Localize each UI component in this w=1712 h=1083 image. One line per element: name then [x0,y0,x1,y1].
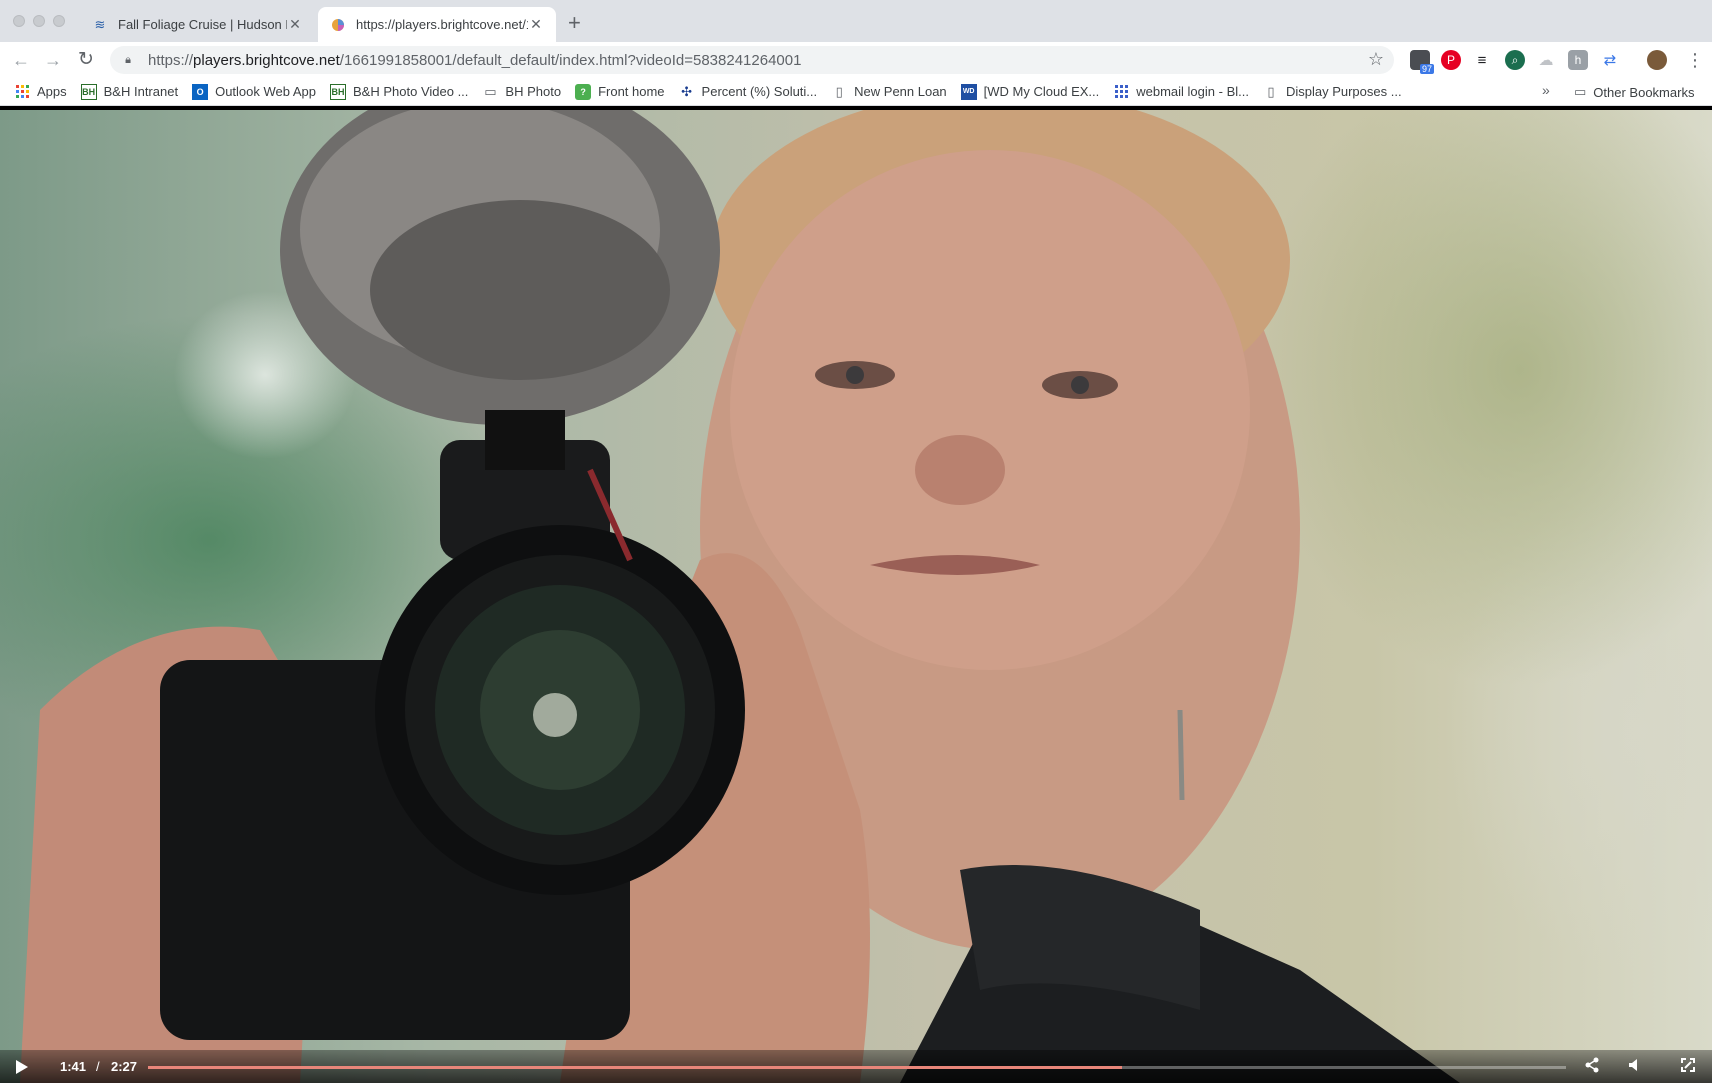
page-icon: ▯ [1267,83,1275,99]
search-extension-icon[interactable]: ⌕ [1505,50,1525,70]
back-button[interactable]: ← [9,48,33,72]
window-minimize-button[interactable] [33,15,45,27]
cloud-icon[interactable]: ☁ [1536,50,1556,70]
bookmark-label: B&H Photo Video ... [353,84,469,99]
bookmark-label: B&H Intranet [103,84,179,99]
tab-title: https://players.brightcove.net/166199185… [356,17,528,32]
share-icon[interactable] [1582,1057,1602,1077]
seek-bar-played [148,1066,1123,1069]
bookmark-bh-photo-video[interactable]: BH B&H Photo Video ... [330,83,469,100]
video-player[interactable] [0,110,1712,1083]
browser-menu-icon[interactable]: ⋮ [1686,48,1704,72]
grid-icon [1113,84,1129,100]
video-frame-image [20,110,1460,1083]
bookmark-front-home[interactable]: ? Front home [575,83,665,100]
bookmark-label: Display Purposes ... [1285,84,1402,99]
bookmark-new-penn-loan[interactable]: ▯ New Penn Loan [831,84,947,100]
duration: 2:27 [111,1059,138,1074]
bookmark-label: Outlook Web App [215,84,317,99]
volume-icon[interactable] [1625,1057,1645,1077]
front-icon: ? [575,83,592,100]
current-time: 1:41 [60,1059,87,1074]
bookmark-outlook-web-app[interactable]: O Outlook Web App [192,83,317,100]
apps-grid-icon [14,84,30,100]
url-text[interactable]: https://players.brightcove.net/166199185… [148,52,801,69]
bookmarks-overflow-button[interactable]: » [1542,82,1550,98]
play-icon[interactable] [16,1060,28,1074]
puzzle-icon: ✣ [681,83,692,99]
calendar-extension-icon[interactable]: 97 [1410,50,1434,74]
bookmark-bh-intranet[interactable]: BH B&H Intranet [80,83,179,100]
outlook-icon: O [192,83,209,100]
tab-close-icon[interactable]: ✕ [287,16,303,33]
folder-icon: ▭ [1574,84,1587,99]
reload-button[interactable]: ↻ [74,48,98,72]
tab-brightcove-player[interactable]: https://players.brightcove.net/166199185… [318,7,556,42]
bookmark-bh-photo-folder[interactable]: ▭ BH Photo [482,84,561,100]
bookmark-percent-solutions[interactable]: ✣ Percent (%) Soluti... [679,83,818,100]
bookmark-label: [WD My Cloud EX... [983,84,1100,99]
bookmark-label: Apps [37,84,67,99]
fullscreen-icon[interactable] [1678,1057,1698,1077]
bookmarks-bar: Apps BH B&H Intranet O Outlook Web App B… [0,78,1712,106]
tab-strip: ≋ Fall Foliage Cruise | Hudson River ✕ h… [0,0,1712,42]
lock-icon: 🔒︎ [125,53,131,66]
time-separator: / [96,1059,100,1074]
extension-badge: 97 [1419,64,1434,74]
address-bar[interactable]: 🔒︎ https://players.brightcove.net/166199… [110,46,1394,74]
browser-toolbar: ← → ↻ 🔒︎ https://players.brightcove.net/… [0,42,1712,78]
sync-icon[interactable]: ⇄ [1600,50,1620,70]
layers-icon[interactable]: ≡ [1472,50,1492,70]
bookmark-wd-my-cloud[interactable]: WD [WD My Cloud EX... [960,83,1100,100]
window-zoom-button[interactable] [53,15,65,27]
bookmark-label: New Penn Loan [854,84,947,99]
bookmark-label: Front home [598,84,665,99]
waves-icon: ≋ [94,16,106,32]
tab-title: Fall Foliage Cruise | Hudson River [118,17,287,32]
bh-icon: BH [330,83,347,100]
bookmark-label: webmail login - Bl... [1136,84,1249,99]
h-extension-icon[interactable]: h [1568,50,1588,70]
bookmark-label: Percent (%) Soluti... [701,84,818,99]
profile-avatar[interactable] [1647,50,1667,70]
new-tab-button[interactable]: + [568,12,581,34]
other-bookmarks-folder[interactable]: ▭ Other Bookmarks [1574,84,1694,100]
bh-icon: BH [80,83,97,100]
bookmark-display-purposes[interactable]: ▯ Display Purposes ... [1263,83,1402,100]
bookmark-label: BH Photo [505,84,562,99]
bookmark-apps[interactable]: Apps [14,84,67,100]
forward-button[interactable]: → [41,48,65,72]
tab-close-icon[interactable]: ✕ [528,16,544,33]
brightcove-icon [330,17,346,33]
other-bookmarks-label: Other Bookmarks [1593,84,1695,100]
wd-icon: WD [960,83,977,100]
bookmark-webmail-login[interactable]: webmail login - Bl... [1113,84,1249,100]
pinterest-icon[interactable]: P [1441,50,1461,70]
window-close-button[interactable] [13,15,25,27]
seek-bar[interactable] [148,1066,1566,1069]
bookmark-star-icon[interactable]: ☆ [1368,49,1384,70]
tab-fall-foliage-cruise[interactable]: ≋ Fall Foliage Cruise | Hudson River ✕ [80,7,315,42]
player-control-bar: 1:41 / 2:27 [0,1050,1712,1083]
page-icon: ▯ [835,83,843,99]
folder-icon: ▭ [484,83,497,99]
